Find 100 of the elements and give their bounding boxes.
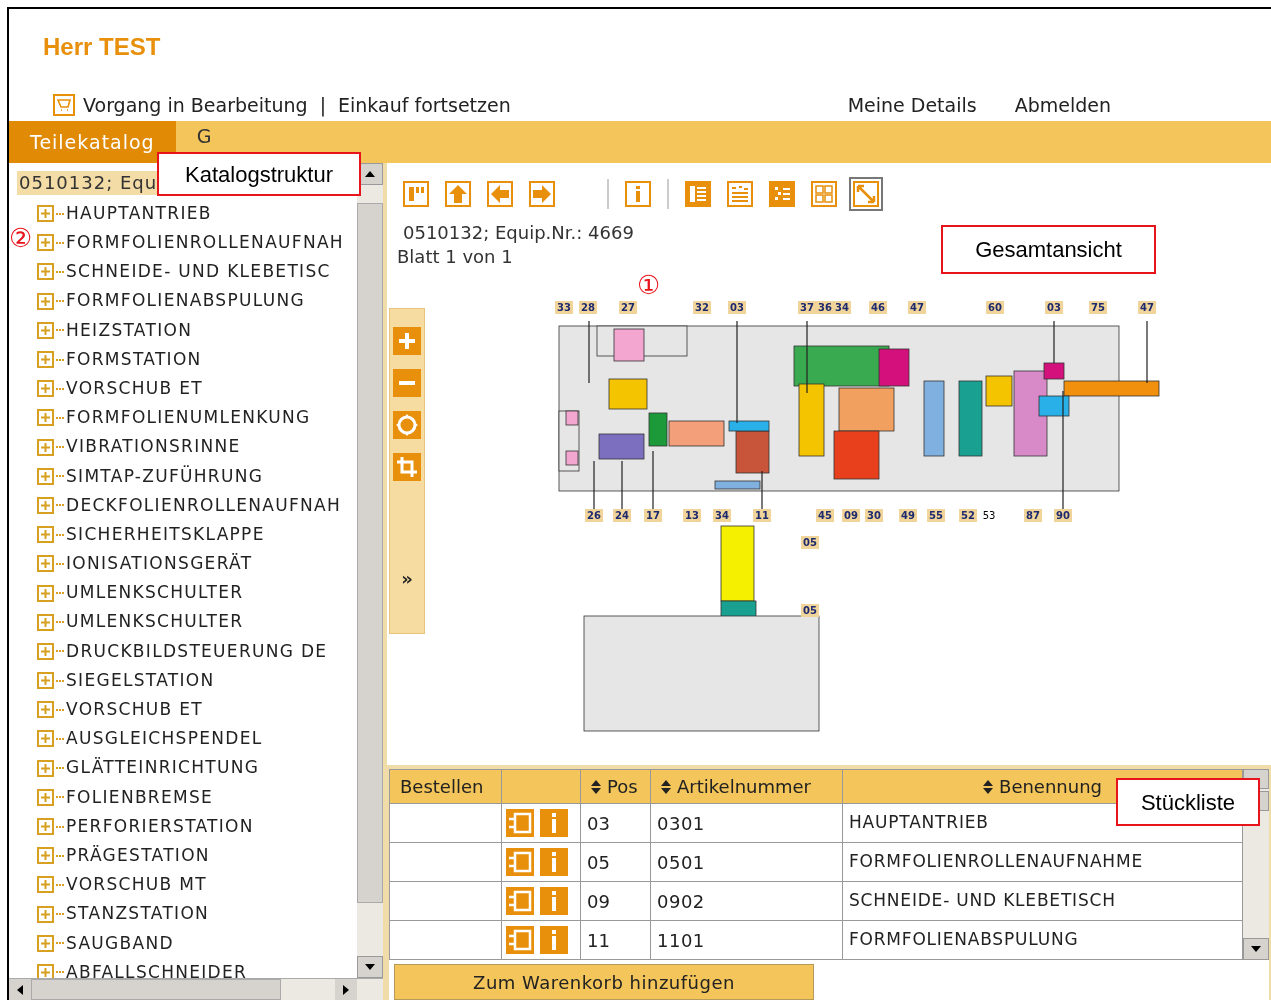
callout-label[interactable]: 09 (842, 509, 860, 522)
info-icon[interactable] (540, 809, 568, 837)
expand-icon[interactable] (37, 642, 54, 660)
tab[interactable]: G (175, 121, 233, 151)
scroll-left-icon[interactable] (17, 984, 23, 995)
expand-icon[interactable] (37, 934, 54, 952)
expand-toolbar-button[interactable]: » (401, 565, 413, 592)
callout-label[interactable]: 11 (753, 509, 771, 522)
sort-icon[interactable] (591, 780, 601, 794)
tree-item[interactable]: DRUCKBILDSTEUERUNG DE (66, 638, 328, 665)
callout-label[interactable]: 37 (798, 301, 816, 314)
scroll-right-icon[interactable] (343, 984, 349, 995)
component-icon[interactable] (506, 887, 534, 915)
expand-icon[interactable] (37, 526, 54, 544)
move-button[interactable] (393, 411, 421, 439)
info-icon[interactable] (540, 887, 568, 915)
sort-icon[interactable] (661, 780, 671, 794)
callout-label[interactable]: 05 (801, 604, 819, 617)
scroll-up-icon[interactable] (365, 171, 375, 177)
callout-label[interactable]: 24 (613, 509, 631, 522)
callout-label[interactable]: 52 (959, 509, 977, 522)
expand-icon[interactable] (37, 788, 54, 806)
plus-button[interactable] (393, 327, 421, 355)
callout-label[interactable]: 46 (869, 301, 887, 314)
minus-button[interactable] (393, 369, 421, 397)
tree-item[interactable]: DECKFOLIENROLLENAUFNAH (66, 492, 342, 519)
horizontal-scrollbar[interactable] (9, 978, 383, 1000)
scroll-down-icon[interactable] (365, 964, 375, 970)
tree-item[interactable]: IONISATIONSGERÄT (66, 551, 253, 577)
expand-icon[interactable] (37, 672, 54, 690)
callout-label[interactable]: 36 (816, 301, 834, 314)
tree-item[interactable]: FORMSTATION (66, 346, 202, 373)
callout-label[interactable]: 03 (1045, 301, 1063, 314)
component-icon[interactable] (506, 926, 534, 954)
callout-label[interactable]: 90 (1054, 509, 1072, 522)
nav-link[interactable]: Meine Details (847, 90, 977, 120)
tree-item[interactable]: GLÄTTEINRICHTUNG (66, 755, 260, 781)
expand-icon[interactable] (37, 234, 54, 252)
callout-label[interactable]: 75 (1089, 301, 1107, 314)
tree-item[interactable]: FORMFOLIENROLLENAUFNAH (66, 230, 344, 256)
tree-item[interactable]: STANZSTATION (66, 901, 210, 927)
expand-icon[interactable] (37, 321, 54, 339)
fit-view-button[interactable] (849, 177, 883, 211)
tree-item[interactable]: SIEGELSTATION (66, 667, 215, 694)
expand-icon[interactable] (37, 205, 54, 223)
scroll-down-icon[interactable] (1251, 946, 1261, 952)
tree-item[interactable]: HEIZSTATION (66, 317, 193, 344)
callout-label[interactable]: 32 (693, 301, 711, 314)
expand-icon[interactable] (37, 584, 54, 602)
callout-label[interactable]: 13 (683, 509, 701, 522)
expand-icon[interactable] (37, 818, 54, 836)
callout-label[interactable]: 33 (555, 301, 573, 314)
tree-item[interactable]: VORSCHUB ET (66, 697, 203, 723)
callout-label[interactable]: 03 (728, 301, 746, 314)
callout-label[interactable]: 28 (579, 301, 597, 314)
info-icon[interactable] (540, 926, 568, 954)
expand-icon[interactable] (37, 701, 54, 719)
tree-item[interactable]: SIMTAP-ZUFÜHRUNG (66, 463, 264, 490)
callout-label[interactable]: 60 (986, 301, 1004, 314)
callout-label[interactable]: 05 (801, 536, 819, 549)
callout-label[interactable]: 45 (816, 509, 834, 522)
expand-icon[interactable] (37, 963, 54, 978)
continue-shopping-link[interactable]: Einkauf fortsetzen (338, 90, 511, 120)
component-icon[interactable] (506, 848, 534, 876)
callout-label[interactable]: 53 (980, 509, 998, 522)
tree-item[interactable]: UMLENKSCHULTER (66, 609, 244, 635)
tree-item[interactable]: VORSCHUB ET (66, 375, 203, 402)
nav-link[interactable]: Abmelden (1014, 90, 1111, 120)
callout-label[interactable]: 26 (585, 509, 603, 522)
tree-item[interactable]: FOLIENBREMSE (66, 784, 214, 811)
column-header[interactable]: Pos (580, 769, 651, 804)
callout-label[interactable]: 30 (865, 509, 883, 522)
tree-item[interactable]: HAUPTANTRIEB (66, 200, 212, 227)
component-icon[interactable] (506, 809, 534, 837)
tree-item[interactable]: VORSCHUB MT (66, 872, 207, 898)
cart-icon[interactable] (53, 94, 75, 116)
sort-icon[interactable] (983, 780, 994, 794)
expand-icon[interactable] (37, 467, 54, 485)
column-header[interactable]: Artikelnummer (650, 769, 843, 804)
tree-item[interactable]: PERFORIERSTATION (66, 813, 254, 840)
tree-item[interactable]: SAUGBAND (66, 930, 174, 957)
tree-item[interactable]: AUSGLEICHSPENDEL (66, 726, 263, 752)
callout-label[interactable]: 27 (619, 301, 637, 314)
callout-label[interactable]: 49 (899, 509, 917, 522)
tree-item[interactable]: UMLENKSCHULTER (66, 580, 244, 606)
expand-icon[interactable] (37, 380, 54, 398)
callout-label[interactable]: 34 (833, 301, 851, 314)
vertical-scrollbar[interactable] (357, 163, 383, 978)
expand-icon[interactable] (37, 905, 54, 923)
expand-icon[interactable] (37, 876, 54, 894)
tree-item[interactable]: PRÄGESTATION (66, 842, 210, 869)
crop-button[interactable] (393, 453, 421, 481)
info-icon[interactable] (540, 848, 568, 876)
callout-label[interactable]: 34 (713, 509, 731, 522)
tree-item[interactable]: SCHNEIDE- UND KLEBETISC (66, 259, 331, 285)
callout-label[interactable]: 47 (908, 301, 926, 314)
add-to-cart-button[interactable]: Zum Warenkorb hinzufügen (394, 964, 814, 1000)
callout-label[interactable]: 17 (644, 509, 662, 522)
process-link[interactable]: Vorgang in Bearbeitung (83, 90, 308, 120)
tree-root[interactable]: 0510132; Equ (17, 171, 160, 195)
